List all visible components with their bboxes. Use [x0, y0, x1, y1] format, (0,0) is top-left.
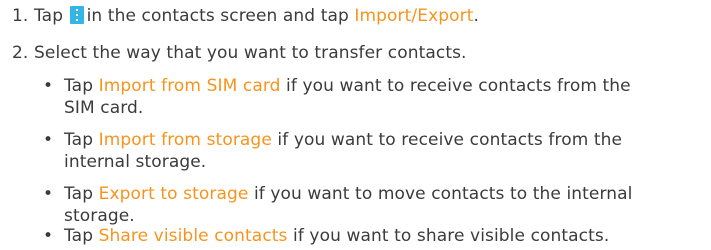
option-3-desc: if you want to move contacts to the inte… — [253, 184, 633, 204]
step-2-text: Select the way that you want to transfer… — [34, 43, 467, 63]
option-2-tap: Tap — [64, 130, 94, 150]
option-1-tap: Tap — [64, 76, 94, 96]
option-1-desc: if you want to receive contacts from the — [286, 76, 631, 96]
option-1-line-1: Tap Import from SIM card if you want to … — [64, 76, 631, 96]
import-from-sim-link: Import from SIM card — [98, 76, 281, 96]
step-2-number: 2. — [12, 43, 29, 63]
bullet-icon: • — [43, 130, 54, 150]
option-4-tap: Tap — [64, 226, 94, 246]
option-2-desc: if you want to receive contacts from the — [277, 130, 623, 150]
option-2-desc-cont: internal storage. — [64, 152, 207, 172]
option-3-desc-cont: storage. — [64, 206, 135, 226]
step-1-tap-text: Tap — [34, 6, 64, 26]
option-4-desc: if you want to share visible contacts. — [293, 226, 610, 246]
option-1-desc-cont: SIM card. — [64, 98, 144, 118]
bullet-icon: • — [43, 184, 54, 204]
option-3-tap: Tap — [64, 184, 94, 204]
bullet-icon: • — [43, 226, 54, 246]
import-export-link: Import/Export — [354, 6, 474, 26]
step-1-period: . — [473, 6, 480, 26]
menu-more-icon — [69, 6, 84, 24]
instruction-document: 1. Tap in the contacts screen and tap Im… — [0, 0, 711, 250]
share-visible-contacts-link: Share visible contacts — [98, 226, 288, 246]
step-1-number: 1. — [12, 6, 29, 26]
option-3-line-1: Tap Export to storage if you want to mov… — [64, 184, 633, 204]
import-from-storage-link: Import from storage — [98, 130, 272, 150]
bullet-icon: • — [43, 76, 54, 96]
option-4-line-1: Tap Share visible contacts if you want t… — [64, 226, 609, 246]
option-2-line-1: Tap Import from storage if you want to r… — [64, 130, 622, 150]
export-to-storage-link: Export to storage — [98, 184, 249, 204]
step-1-body-text: in the contacts screen and tap — [86, 6, 349, 26]
